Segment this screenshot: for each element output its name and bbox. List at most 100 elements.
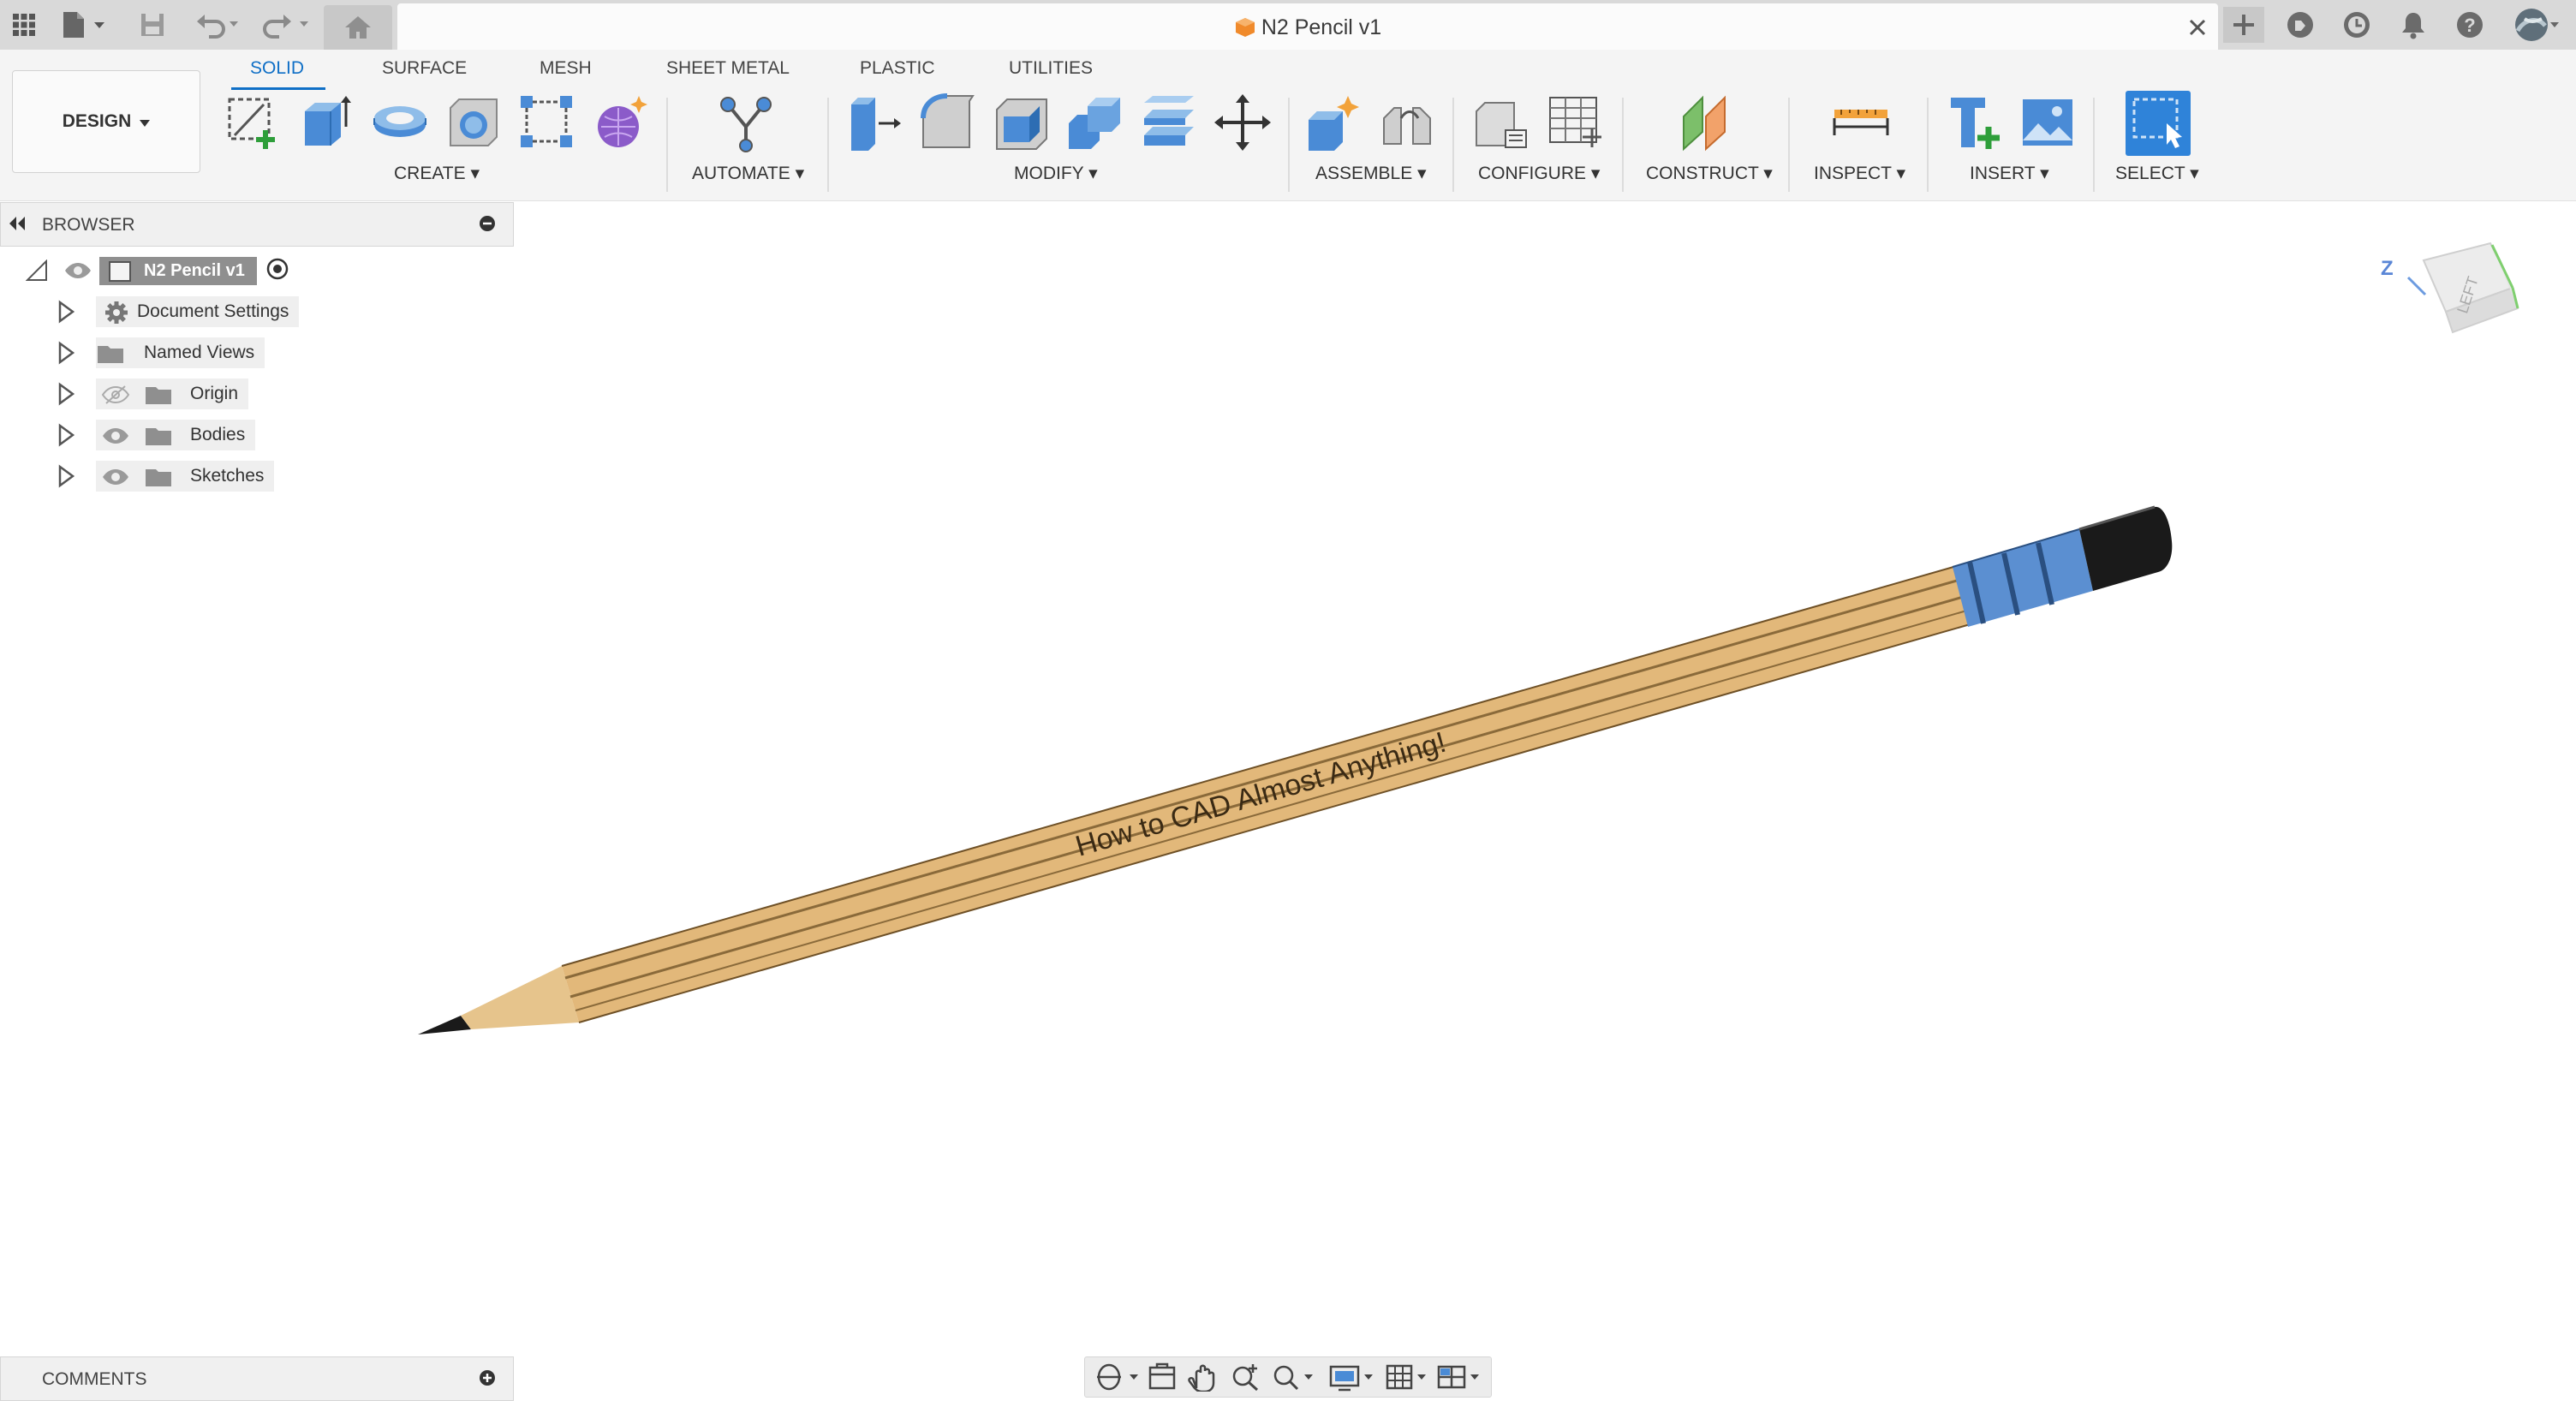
orbit-icon[interactable] (1094, 1362, 1142, 1396)
modify-group-label[interactable]: MODIFY ▾ (1014, 163, 1098, 184)
bodies-label: Bodies (96, 420, 256, 452)
configuration-table-icon[interactable] (1545, 92, 1605, 152)
tab-plastic[interactable]: PLASTIC (860, 58, 935, 79)
combine-icon[interactable] (1065, 92, 1125, 152)
move-icon[interactable] (1213, 92, 1273, 152)
measure-icon[interactable] (1831, 92, 1891, 152)
viewcube-axis-z: Z (2381, 257, 2394, 280)
expand-arrow-icon[interactable] (57, 300, 75, 324)
configure-group-label[interactable]: CONFIGURE ▾ (1478, 163, 1600, 184)
offset-face-icon[interactable] (1139, 92, 1199, 152)
shell-icon[interactable] (992, 92, 1052, 152)
origin-text: Origin (190, 384, 239, 403)
joint-icon[interactable] (1377, 92, 1437, 152)
folder-icon (96, 343, 125, 370)
document-tab[interactable]: N2 Pencil v1 (397, 3, 2218, 50)
press-pull-icon[interactable] (844, 92, 904, 152)
tab-solid[interactable]: SOLID (250, 58, 304, 79)
user-avatar[interactable] (2509, 7, 2564, 43)
undo-icon[interactable] (192, 7, 245, 43)
pan-icon[interactable] (1188, 1362, 1219, 1396)
pencil-cone (461, 966, 579, 1029)
expand-arrow-icon[interactable] (57, 382, 75, 406)
browser-item-document-settings[interactable]: Document Settings (57, 296, 300, 327)
create-group-label[interactable]: CREATE ▾ (394, 163, 480, 184)
grid-settings-icon[interactable] (1385, 1362, 1433, 1396)
document-settings-label: Document Settings (96, 296, 300, 327)
comments-panel[interactable]: COMMENTS (0, 1356, 514, 1401)
configure-icon[interactable] (1471, 92, 1531, 152)
pencil-eraser (2078, 505, 2173, 591)
assemble-group-label[interactable]: ASSEMBLE ▾ (1315, 163, 1427, 184)
notifications-icon[interactable] (2394, 7, 2432, 43)
file-menu-button[interactable] (57, 7, 111, 43)
insert-canvas-icon[interactable] (2018, 92, 2078, 152)
expand-arrow-icon[interactable] (57, 341, 75, 365)
visibility-hidden-icon[interactable] (101, 385, 130, 410)
select-group-label[interactable]: SELECT ▾ (2115, 163, 2199, 184)
extrude-icon[interactable] (296, 92, 356, 152)
tab-surface[interactable]: SURFACE (382, 58, 467, 79)
inspect-group-label[interactable]: INSPECT ▾ (1814, 163, 1905, 184)
extensions-icon[interactable] (2281, 7, 2319, 43)
construct-group-label[interactable]: CONSTRUCT ▾ (1646, 163, 1773, 184)
display-settings-icon[interactable] (1328, 1362, 1376, 1396)
insert-group-label[interactable]: INSERT ▾ (1970, 163, 2049, 184)
bodies-text: Bodies (190, 425, 246, 444)
visibility-eye-icon[interactable] (63, 260, 92, 281)
new-component-icon[interactable] (1303, 92, 1363, 152)
browser-header[interactable]: BROWSER (0, 202, 514, 247)
root-component-label[interactable]: N2 Pencil v1 (99, 256, 257, 285)
job-status-icon[interactable] (2338, 7, 2376, 43)
visibility-eye-icon[interactable] (101, 467, 130, 492)
help-icon[interactable]: ? (2451, 7, 2489, 43)
new-tab-icon[interactable] (2223, 7, 2264, 43)
folder-icon (144, 425, 173, 452)
home-tab[interactable] (324, 5, 392, 50)
tab-utilities[interactable]: UTILITIES (1009, 58, 1093, 79)
automate-group-label[interactable]: AUTOMATE ▾ (692, 163, 804, 184)
save-icon[interactable] (134, 7, 171, 43)
fit-zoom-icon[interactable] (1272, 1362, 1316, 1396)
form-icon[interactable] (591, 92, 651, 152)
browser-item-origin[interactable]: Origin (57, 379, 249, 410)
workspace-switcher-button[interactable]: DESIGN (12, 70, 200, 173)
create-sketch-icon[interactable] (223, 92, 283, 152)
redo-icon[interactable] (257, 7, 313, 43)
activate-radio-icon[interactable] (265, 257, 289, 285)
collapse-tree-icon[interactable] (25, 259, 48, 282)
tab-mesh[interactable]: MESH (540, 58, 592, 79)
close-tab-icon[interactable] (2185, 15, 2209, 39)
pattern-icon[interactable] (517, 92, 577, 152)
ribbon-separator (666, 98, 668, 192)
document-settings-text: Document Settings (137, 301, 289, 321)
navigation-bar (1084, 1356, 1492, 1398)
automate-icon[interactable] (716, 92, 776, 152)
look-at-icon[interactable] (1147, 1362, 1178, 1396)
revolve-icon[interactable] (370, 92, 430, 152)
browser-item-named-views[interactable]: Named Views (57, 337, 265, 368)
viewports-icon[interactable] (1436, 1362, 1484, 1396)
configure-label: CONFIGURE (1478, 164, 1586, 183)
collapse-panel-icon[interactable] (8, 215, 27, 236)
hole-icon[interactable] (444, 92, 504, 152)
browser-minimize-icon[interactable] (479, 215, 496, 236)
insert-derive-icon[interactable] (1946, 92, 2006, 152)
tab-sheet-metal[interactable]: SHEET METAL (666, 58, 790, 79)
visibility-eye-icon[interactable] (101, 426, 130, 451)
expand-arrow-icon[interactable] (57, 464, 75, 488)
viewport-model[interactable]: How to CAD Almost Anything! (411, 497, 2209, 1053)
ribbon-separator (1288, 98, 1290, 192)
pencil-ferrule (1952, 528, 2093, 627)
select-icon[interactable] (2126, 91, 2191, 156)
fillet-icon[interactable] (918, 92, 978, 152)
offset-plane-icon[interactable] (1677, 92, 1737, 152)
browser-root-row[interactable]: N2 Pencil v1 (25, 255, 289, 286)
browser-item-sketches[interactable]: Sketches (57, 461, 275, 492)
expand-arrow-icon[interactable] (57, 423, 75, 447)
zoom-icon[interactable] (1231, 1362, 1261, 1396)
viewcube[interactable]: Z LEFT (2372, 226, 2543, 372)
apps-grid-icon[interactable] (7, 7, 41, 43)
browser-item-bodies[interactable]: Bodies (57, 420, 256, 452)
add-comment-icon[interactable] (479, 1369, 496, 1391)
